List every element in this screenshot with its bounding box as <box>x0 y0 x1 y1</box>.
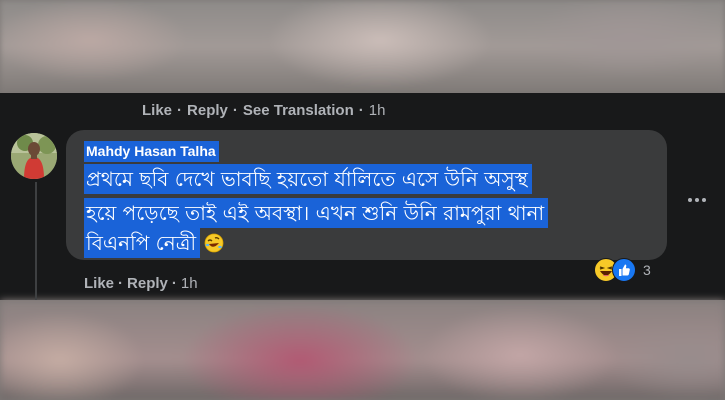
see-translation-link[interactable]: See Translation <box>243 102 354 119</box>
comment-text-line-3: বিএনপি নেত্রী <box>84 228 201 258</box>
rolling-on-floor-laughing-emoji-icon <box>204 233 224 253</box>
comment-author-name[interactable]: Mahdy Hasan Talha <box>84 141 219 162</box>
avatar-photo-icon <box>11 133 57 179</box>
like-link[interactable]: Like <box>84 275 114 292</box>
more-options-button[interactable] <box>684 190 710 210</box>
separator-dot: · <box>358 102 364 119</box>
comment-text-line-1: প্রথমে ছবি দেখে ভাবছি হয়তো র্যালিতে এসে… <box>84 164 532 194</box>
timestamp[interactable]: 1h <box>369 102 386 119</box>
reply-link[interactable]: Reply <box>127 275 168 292</box>
parent-comment-actions: Like · Reply · See Translation · 1h <box>142 100 385 122</box>
comment-actions: Like · Reply · 1h <box>84 273 198 295</box>
blurred-background-top <box>0 0 725 93</box>
blurred-background-bottom <box>0 300 725 400</box>
separator-dot: · <box>118 275 124 292</box>
timestamp[interactable]: 1h <box>181 275 198 292</box>
avatar[interactable] <box>11 133 57 179</box>
more-options-icon <box>688 198 706 202</box>
reply-link[interactable]: Reply <box>187 102 228 119</box>
like-reaction-icon <box>612 258 636 282</box>
thread-connector-line <box>35 182 37 300</box>
comment-text-line-2: হয়ে পড়েছে তাই এই অবস্থা। এখন শুনি উনি … <box>84 198 549 228</box>
separator-dot: · <box>232 102 238 119</box>
separator-dot: · <box>171 275 177 292</box>
reaction-count: 3 <box>643 262 651 278</box>
reaction-summary[interactable]: 3 <box>594 256 651 284</box>
separator-dot: · <box>177 102 183 119</box>
like-link[interactable]: Like <box>142 102 172 119</box>
